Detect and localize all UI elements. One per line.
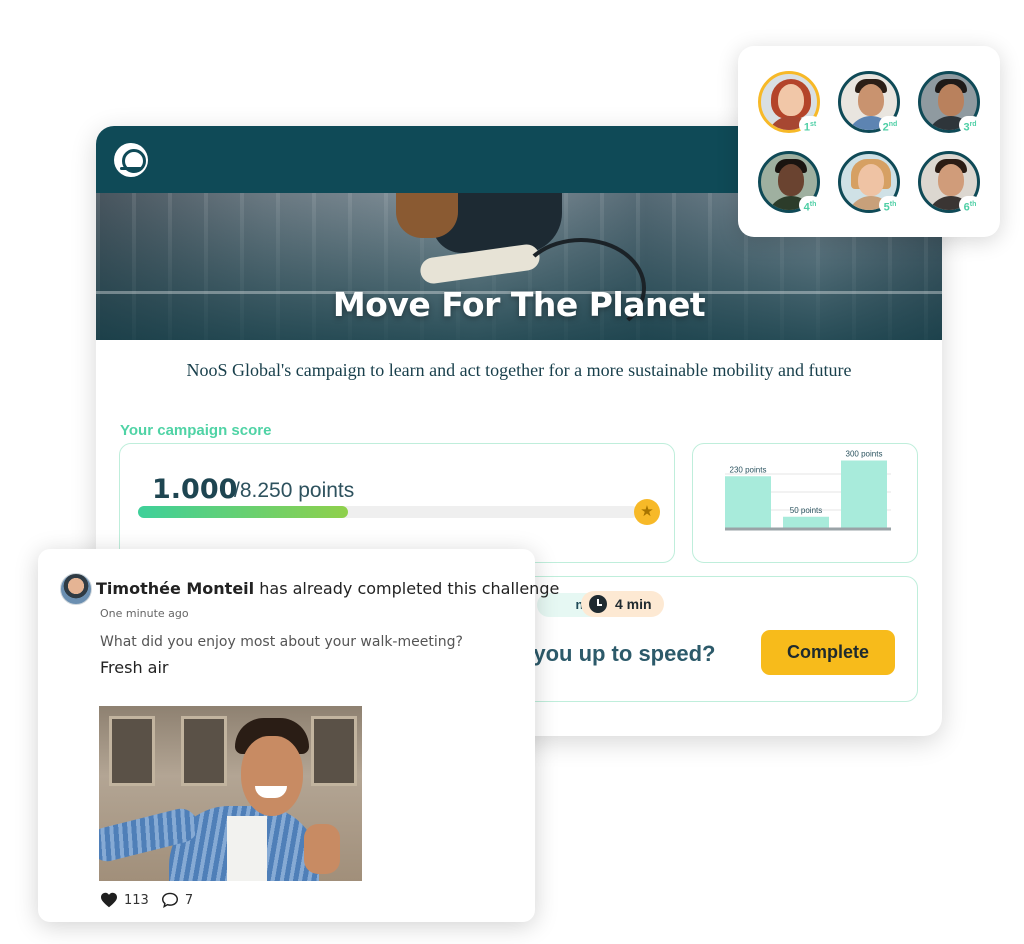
photo-face [241, 736, 303, 816]
photo-window [181, 716, 227, 786]
score-progress-bar [138, 506, 638, 518]
avatar-face [858, 84, 884, 116]
score-progress-fill [138, 506, 348, 518]
comment-count: 7 [184, 892, 194, 908]
points-chart-svg: 230 points 50 points 300 points [725, 450, 891, 531]
user-name[interactable]: Timothée Monteil [96, 579, 254, 598]
avatar-face [938, 164, 964, 196]
activity-answer: Fresh air [100, 658, 169, 677]
points-chart: 230 points 50 points 300 points [692, 443, 918, 563]
photo-window [109, 716, 155, 786]
chart-bar [841, 460, 887, 528]
activity-card: Timothée Monteil has already completed t… [38, 549, 559, 922]
photo-tshirt [227, 816, 267, 881]
avatar-face [858, 164, 884, 196]
score-value: 1.000 [152, 474, 238, 505]
avatar-face [938, 84, 964, 116]
hero-bag [396, 193, 458, 238]
rank-badge-2: 2nd [879, 116, 901, 134]
avatar[interactable] [60, 573, 92, 605]
leaderboard-card: 1st 2nd 3rd 4th 5th 6th [738, 46, 1000, 237]
noos-logo-icon[interactable] [114, 143, 148, 177]
rank-badge-3: 3rd [959, 116, 981, 134]
rank-badge-5: 5th [879, 196, 901, 214]
rank-badge-1: 1st [799, 116, 821, 134]
rank-badge-6: 6th [959, 196, 981, 214]
star-icon: ★ [634, 499, 660, 525]
score-panel: 1.000 /8.250 points ★ [119, 443, 675, 563]
activity-question: What did you enjoy most about your walk-… [100, 634, 463, 650]
duration-pill: 4 min [581, 591, 664, 617]
campaign-subtitle: NooS Global's campaign to learn and act … [186, 360, 852, 380]
score-total: /8.250 points [234, 479, 355, 502]
score-label: Your campaign score [120, 422, 272, 439]
activity-photo[interactable] [99, 706, 362, 881]
chart-bar [783, 516, 829, 528]
clock-icon [589, 595, 607, 613]
activity-timestamp: One minute ago [100, 607, 189, 620]
challenge-question: e you up to speed? [515, 641, 716, 666]
photo-window [311, 716, 357, 786]
like-count: 113 [124, 892, 149, 908]
chart-data-label: 300 points [846, 450, 883, 459]
challenge-panel: nts 4 min e you up to speed? Complete [515, 576, 918, 702]
heart-icon[interactable] [100, 892, 118, 908]
chart-bar [725, 476, 771, 528]
campaign-title: Move For The Planet [332, 285, 706, 324]
reactions-bar: 113 7 [100, 892, 193, 908]
avatar-face [778, 84, 804, 116]
avatar-face [778, 164, 804, 196]
photo-peace-hand [304, 824, 340, 874]
chart-data-label: 230 points [730, 465, 767, 474]
duration-text: 4 min [615, 596, 652, 612]
comment-icon[interactable] [161, 892, 179, 908]
activity-action: has already completed this challenge [254, 579, 560, 598]
complete-button[interactable]: Complete [761, 630, 895, 675]
rank-badge-4: 4th [799, 196, 821, 214]
activity-headline: Timothée Monteil has already completed t… [96, 579, 559, 598]
chart-data-label: 50 points [790, 506, 822, 515]
